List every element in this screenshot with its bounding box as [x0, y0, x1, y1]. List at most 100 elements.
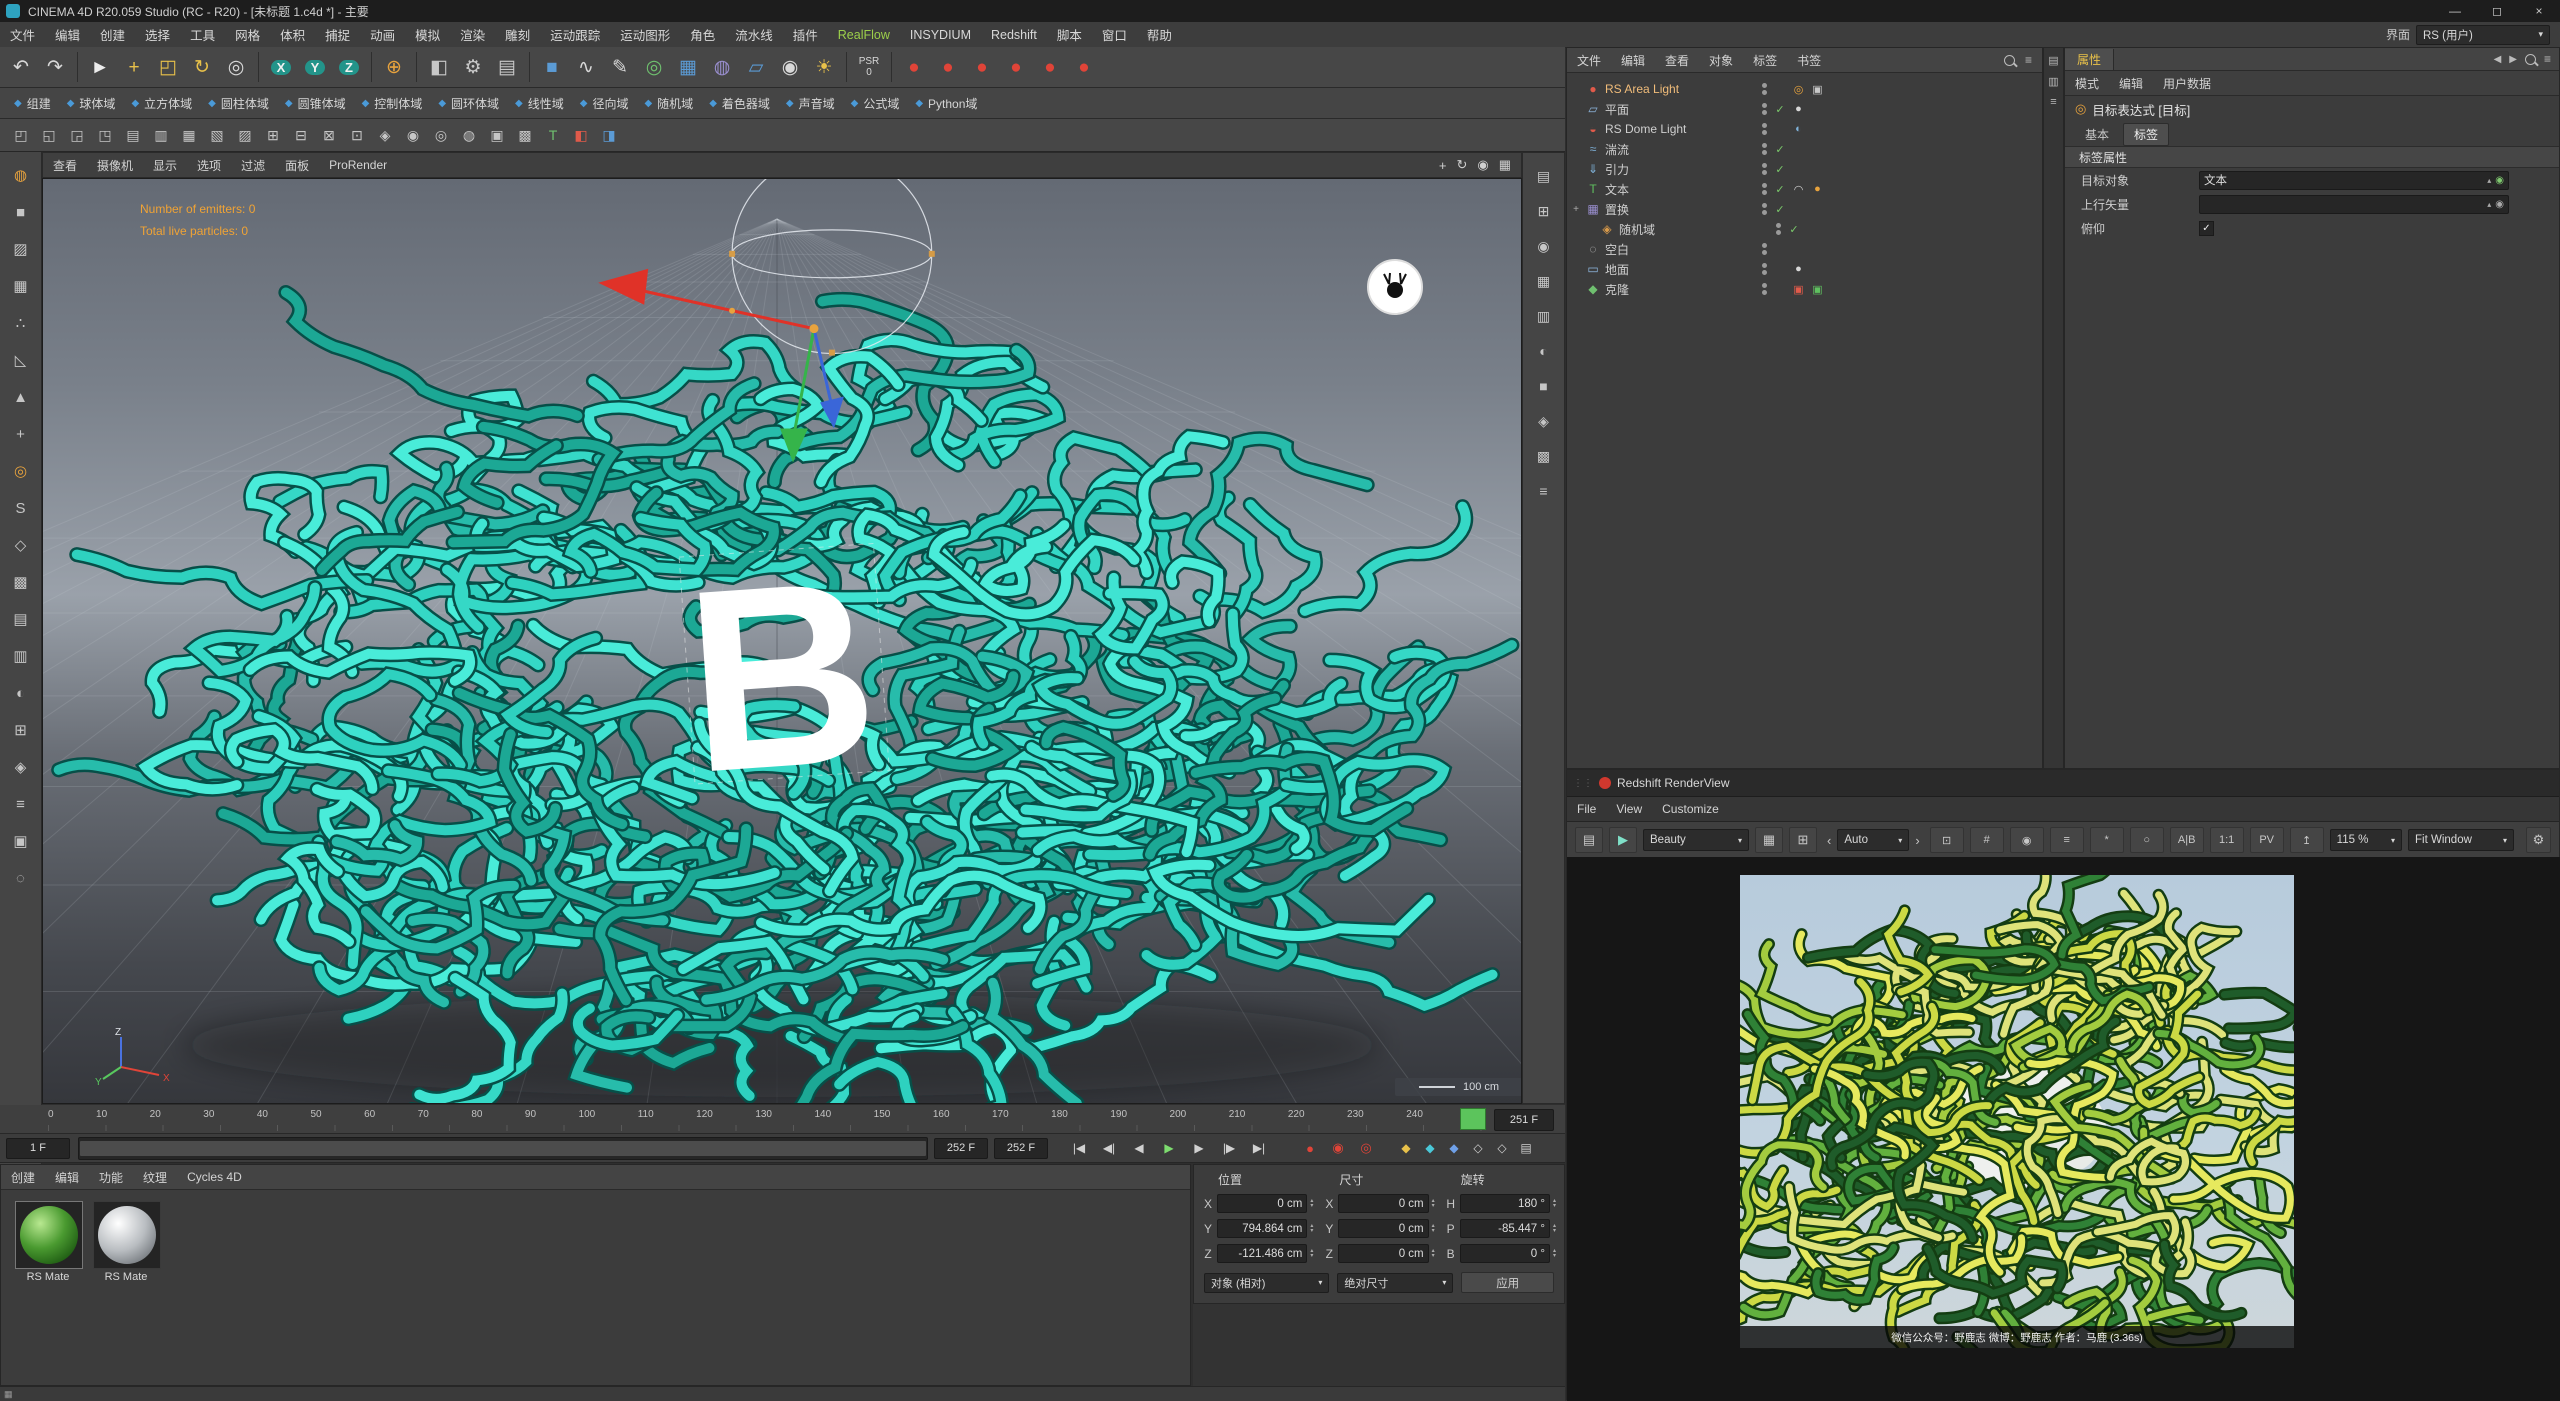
- content-tab-icon[interactable]: ▥: [2048, 75, 2058, 88]
- play-button[interactable]: ▶: [1154, 1136, 1184, 1160]
- materials-menu-item[interactable]: 功能: [89, 1166, 133, 1189]
- back-icon[interactable]: ◀: [2494, 54, 2502, 65]
- link-up-icon[interactable]: ▴: [2487, 200, 2491, 209]
- object-row[interactable]: T 文本 ✓ ◠ ●: [1567, 179, 2042, 199]
- point-mode-icon[interactable]: ∴: [6, 308, 36, 338]
- spinner[interactable]: ▴▾: [1553, 1224, 1556, 1234]
- object-manager-menu-item[interactable]: 文件: [1567, 49, 1611, 72]
- formula-field-button[interactable]: ◆ 公式域: [843, 92, 908, 114]
- render-settings-button[interactable]: ⚙: [456, 50, 490, 84]
- menu-item[interactable]: RealFlow: [828, 25, 900, 45]
- renderview-canvas[interactable]: 微信公众号：野鹿志 微博：野鹿志 作者：马鹿 (3.36s): [1567, 857, 2560, 1401]
- enable-check[interactable]: ✓: [1787, 223, 1801, 236]
- texture-mode-icon[interactable]: ▨: [6, 234, 36, 264]
- object-name[interactable]: 文本: [1605, 181, 1755, 198]
- add-cube-button[interactable]: ■: [535, 50, 569, 84]
- playhead[interactable]: [1460, 1108, 1486, 1130]
- goto-end-button[interactable]: ▶|: [1244, 1136, 1274, 1160]
- size-input[interactable]: 0 cm: [1338, 1244, 1428, 1263]
- bucket-mode-icon[interactable]: ▦: [1755, 827, 1783, 853]
- menu-item[interactable]: 编辑: [45, 22, 90, 47]
- palette-icon-14[interactable]: ▥: [6, 641, 36, 671]
- size-input[interactable]: 0 cm: [1338, 1194, 1428, 1213]
- settings-gear-icon[interactable]: ⚙: [2526, 827, 2551, 853]
- sound-field-button[interactable]: ◆ 声音域: [778, 92, 843, 114]
- viewport-menu-item[interactable]: 显示: [143, 154, 187, 177]
- edge-mode-icon[interactable]: ◺: [6, 345, 36, 375]
- convert-editable-icon[interactable]: ◍: [6, 160, 36, 190]
- modeling-tool-icon-8[interactable]: ▧: [204, 122, 230, 148]
- dock-target-icon[interactable]: ◉: [1531, 233, 1557, 259]
- attribute-menu-item[interactable]: 模式: [2065, 72, 2109, 95]
- menu-item[interactable]: 网格: [225, 22, 270, 47]
- timeline-ruler[interactable]: 0102030405060708090100110120130140150160…: [0, 1105, 1565, 1134]
- plugin-icon-1[interactable]: ◧: [568, 122, 594, 148]
- materials-menu-item[interactable]: Cycles 4D: [177, 1167, 252, 1187]
- add-array-button[interactable]: ▦: [671, 50, 705, 84]
- palette-icon-15[interactable]: ◐: [6, 678, 36, 708]
- crop-icon[interactable]: #: [1970, 827, 2004, 853]
- object-name[interactable]: 置换: [1605, 201, 1755, 218]
- auto-dropdown[interactable]: Auto▾: [1837, 829, 1909, 851]
- menu-item[interactable]: 选择: [135, 22, 180, 47]
- object-name[interactable]: 空白: [1605, 241, 1755, 258]
- export-icon[interactable]: ↥: [2290, 827, 2324, 853]
- dock-array-icon[interactable]: ▦: [1531, 268, 1557, 294]
- section-header[interactable]: 标签属性: [2065, 146, 2559, 168]
- x-axis-lock[interactable]: X: [264, 50, 298, 84]
- cube-field-button[interactable]: ◆ 立方体域: [123, 92, 200, 114]
- object-row[interactable]: + ▦ 置换 ✓: [1567, 199, 2042, 219]
- visibility-dots[interactable]: [1759, 243, 1769, 255]
- renderview-menu-item[interactable]: Customize: [1652, 799, 1729, 819]
- undo-button[interactable]: ↶: [4, 50, 38, 84]
- attribute-menu-item[interactable]: 用户数据: [2153, 72, 2221, 95]
- search-icon[interactable]: [2004, 55, 2015, 66]
- capsule-field-button[interactable]: ◆ 控制体域: [354, 92, 431, 114]
- viewport[interactable]: B Number of emitters: 0 Total live parti…: [42, 178, 1522, 1104]
- visibility-dots[interactable]: [1759, 203, 1769, 215]
- aov-dropdown[interactable]: Beauty▾: [1643, 829, 1749, 851]
- spinner[interactable]: ▴▾: [1553, 1199, 1556, 1209]
- render-view-button[interactable]: ◧: [422, 50, 456, 84]
- grid-snap-icon[interactable]: ▩: [6, 567, 36, 597]
- modeling-tool-icon-13[interactable]: ⊡: [344, 122, 370, 148]
- object-name[interactable]: 湍流: [1605, 141, 1755, 158]
- add-deformer-button[interactable]: ◍: [705, 50, 739, 84]
- object-tag-icon[interactable]: ◠: [1791, 183, 1806, 196]
- attribute-menu-item[interactable]: 编辑: [2109, 72, 2153, 95]
- structure-tab-icon[interactable]: ≡: [2050, 96, 2056, 108]
- circle-icon[interactable]: ○: [2130, 827, 2164, 853]
- rotation-input[interactable]: 0 °: [1460, 1244, 1550, 1263]
- object-name[interactable]: RS Dome Light: [1605, 122, 1755, 136]
- object-row[interactable]: ≈ 湍流 ✓: [1567, 139, 2042, 159]
- max-frame-field[interactable]: 252 F: [994, 1138, 1048, 1159]
- enable-check[interactable]: ✓: [1773, 103, 1787, 116]
- zoom-view-icon[interactable]: ◉: [1477, 157, 1488, 173]
- object-name[interactable]: 随机域: [1619, 221, 1769, 238]
- spinner[interactable]: ▴▾: [1553, 1249, 1556, 1259]
- parameter-record-toggle[interactable]: ◇: [1466, 1136, 1490, 1160]
- object-tag-icon[interactable]: ▣: [1810, 283, 1825, 296]
- progressive-mode-icon[interactable]: ⊞: [1789, 827, 1817, 853]
- current-frame-field[interactable]: 1 F: [6, 1138, 70, 1159]
- menu-item[interactable]: Redshift: [981, 25, 1047, 45]
- lock-region-icon[interactable]: ⊡: [1930, 827, 1964, 853]
- drag-grip-icon[interactable]: ⋮⋮: [1573, 778, 1593, 789]
- realflow-button-4[interactable]: ●: [999, 50, 1033, 84]
- viewport-menu-item[interactable]: 查看: [43, 154, 87, 177]
- apply-button[interactable]: 应用: [1461, 1272, 1554, 1293]
- viewport-menu-item[interactable]: 过滤: [231, 154, 275, 177]
- object-row[interactable]: ⇓ 引力 ✓: [1567, 159, 2042, 179]
- realflow-button-1[interactable]: ●: [897, 50, 931, 84]
- coordinate-mode-dropdown[interactable]: 对象 (相对)▾: [1204, 1273, 1329, 1293]
- object-row[interactable]: ● RS Area Light ◎ ▣: [1567, 79, 2042, 99]
- modeling-tool-icon-9[interactable]: ▨: [232, 122, 258, 148]
- target-object-field[interactable]: 文本 ▴ ◉: [2199, 171, 2509, 190]
- modeling-tool-icon-10[interactable]: ⊞: [260, 122, 286, 148]
- dock-solid-icon[interactable]: ■: [1531, 373, 1557, 399]
- menu-item[interactable]: 帮助: [1137, 22, 1182, 47]
- up-vector-field[interactable]: ▴ ◉: [2199, 195, 2509, 214]
- layout-dropdown[interactable]: RS (用户) ▾: [2416, 25, 2550, 45]
- viewport-menu-item[interactable]: ProRender: [319, 155, 397, 175]
- menu-item[interactable]: INSYDIUM: [900, 25, 981, 45]
